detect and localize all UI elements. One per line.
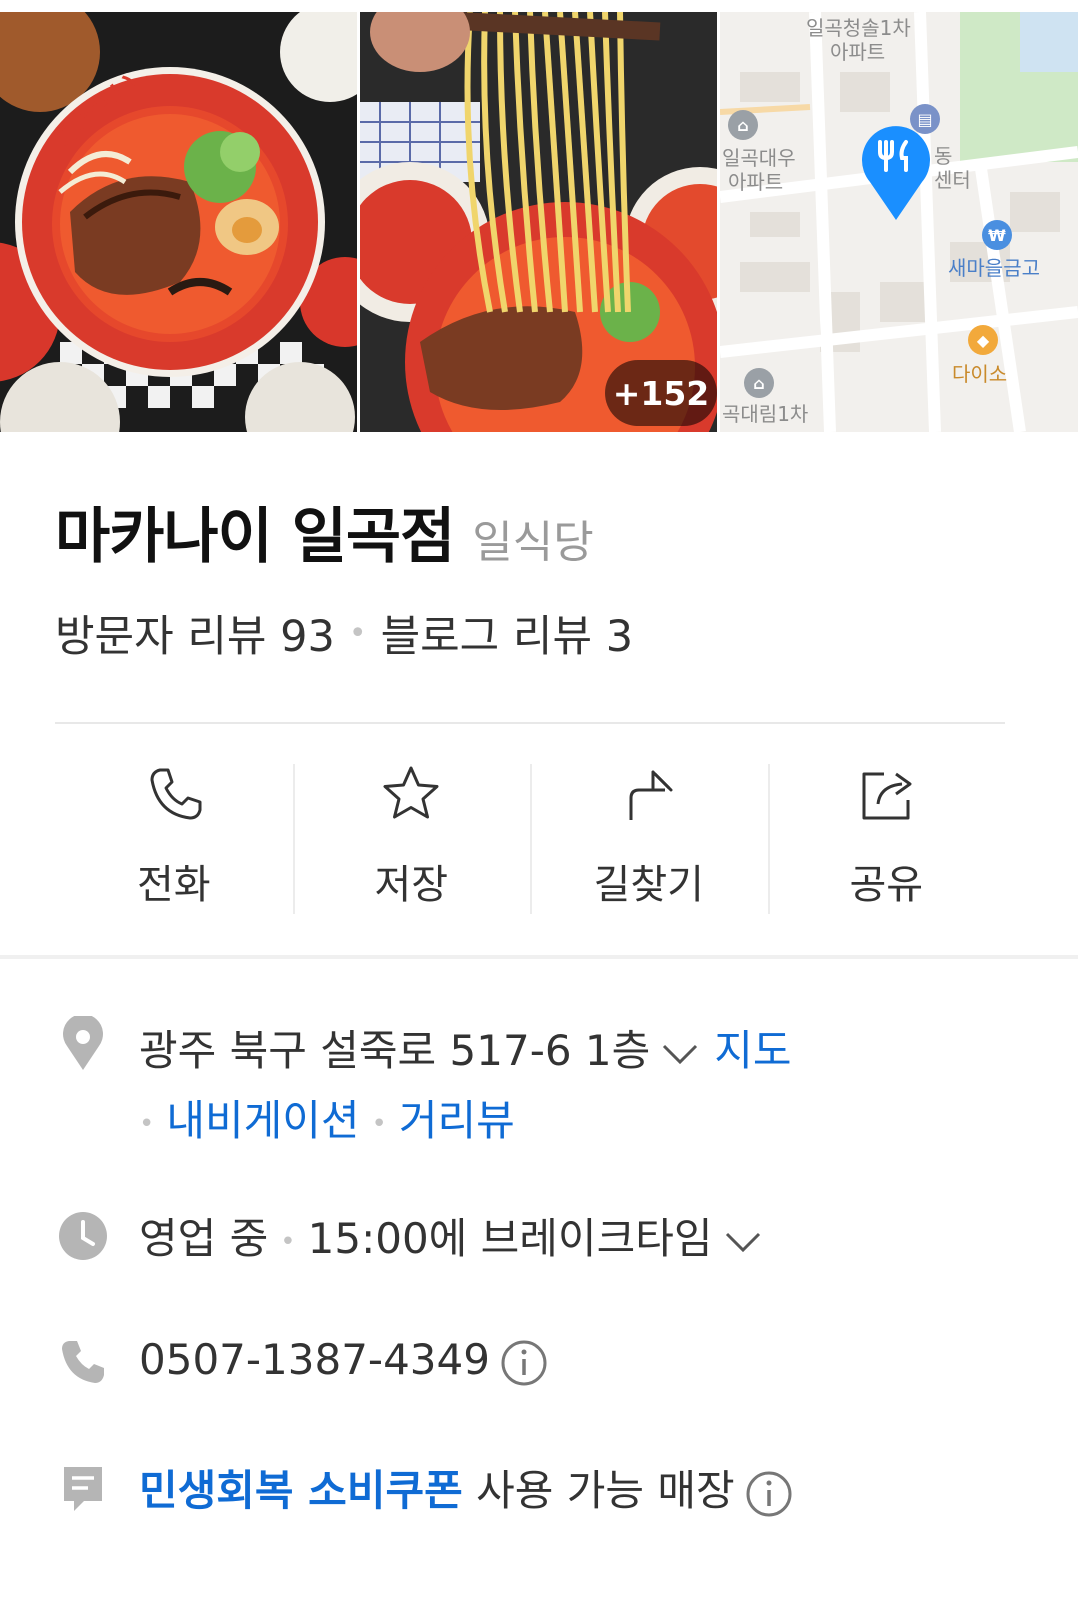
phone-icon: [150, 768, 202, 820]
address-text[interactable]: 광주 북구 설죽로 517-6 1층: [139, 1026, 650, 1075]
action-bar: 전화 저장 길찾기 공유: [55, 764, 1005, 914]
call-label: 전화: [136, 862, 211, 908]
call-button[interactable]: 전화: [55, 764, 293, 914]
bank-poi-icon: ₩: [982, 220, 1012, 250]
info-icon[interactable]: [745, 1470, 793, 1518]
coupon-row: 민생회복 소비쿠폰 사용 가능 매장: [55, 1457, 793, 1518]
map-streets: [720, 12, 1078, 432]
navigation-link[interactable]: 내비게이션: [166, 1096, 359, 1145]
ramen-bowl-image: まかない: [0, 12, 357, 432]
blog-review-link[interactable]: 블로그 리뷰 3: [381, 602, 634, 664]
coupon-suffix: 사용 가능 매장: [476, 1466, 735, 1515]
apartment-poi-icon: ⌂: [728, 110, 758, 140]
chevron-down-icon[interactable]: [660, 1042, 700, 1066]
phone-row: 0507-1387-4349: [55, 1333, 548, 1389]
more-photos-badge[interactable]: +152: [605, 360, 717, 426]
share-icon: [862, 772, 912, 820]
chevron-down-icon[interactable]: [723, 1230, 763, 1254]
place-name: 마카나이 일곡점: [55, 502, 455, 572]
share-label: 공유: [849, 862, 924, 908]
clock-icon: [55, 1208, 111, 1264]
coupon-name[interactable]: 민생회복 소비쿠폰: [139, 1466, 463, 1515]
separator-dot: •: [371, 1108, 387, 1139]
map-label-saemaeul: 새마을금고: [948, 256, 1040, 280]
ramen-photo-1[interactable]: まかない: [0, 12, 357, 432]
map-link[interactable]: 지도: [714, 1026, 791, 1075]
star-icon: [383, 766, 439, 819]
save-button[interactable]: 저장: [292, 764, 531, 914]
directions-label: 길찾기: [593, 862, 704, 908]
map-label-daerim: 곡대림1차: [722, 402, 809, 426]
share-button[interactable]: 공유: [767, 764, 1006, 914]
shop-poi-icon: ◆: [968, 325, 998, 355]
streetview-link[interactable]: 거리뷰: [399, 1096, 515, 1145]
separator-dot: •: [348, 615, 367, 651]
section-divider: [0, 955, 1078, 959]
review-summary: 방문자 리뷰 93 • 블로그 리뷰 3: [55, 602, 633, 664]
place-category: 일식당: [472, 517, 594, 568]
apartment-poi-icon-2: ⌂: [744, 368, 774, 398]
map-label-center: 센터: [934, 168, 971, 192]
photo-strip: まかない +152 일곡청솔1차 아파트 ⌂ 일곡대우 아파트 ▤ 동 센터 ₩…: [0, 12, 1078, 432]
coupon-note-icon: [55, 1460, 111, 1516]
separator-dot: •: [139, 1108, 155, 1139]
visitor-review-link[interactable]: 방문자 리뷰 93: [55, 602, 335, 664]
info-icon[interactable]: [500, 1339, 548, 1387]
separator-dot: •: [280, 1226, 296, 1257]
map-label-apartment-1b: 아파트: [830, 40, 886, 64]
hours-row: 영업 중 • 15:00에 브레이크타임: [55, 1205, 777, 1266]
restaurant-pin-icon: [862, 126, 930, 220]
directions-button[interactable]: 길찾기: [530, 764, 768, 914]
phone-icon: [55, 1333, 111, 1389]
save-label: 저장: [374, 862, 449, 908]
location-pin-icon: [55, 1016, 111, 1072]
ramen-photo-2[interactable]: +152: [360, 12, 717, 432]
map-label-daiso: 다이소: [952, 362, 1008, 386]
map-label-daewoo-b: 아파트: [728, 170, 784, 194]
place-title: 마카나이 일곡점 일식당: [55, 488, 594, 575]
address-row: 광주 북구 설죽로 517-6 1층 지도 • 내비게이션 • 거리뷰: [55, 1016, 792, 1159]
directions-icon: [629, 770, 673, 820]
map-thumbnail[interactable]: 일곡청솔1차 아파트 ⌂ 일곡대우 아파트 ▤ 동 센터 ₩ 새마을금고 ◆ 다…: [720, 12, 1078, 432]
hours-detail[interactable]: 15:00에 브레이크타임: [308, 1214, 713, 1263]
divider: [55, 722, 1005, 724]
open-status: 영업 중: [139, 1214, 269, 1263]
phone-number[interactable]: 0507-1387-4349: [139, 1335, 490, 1384]
